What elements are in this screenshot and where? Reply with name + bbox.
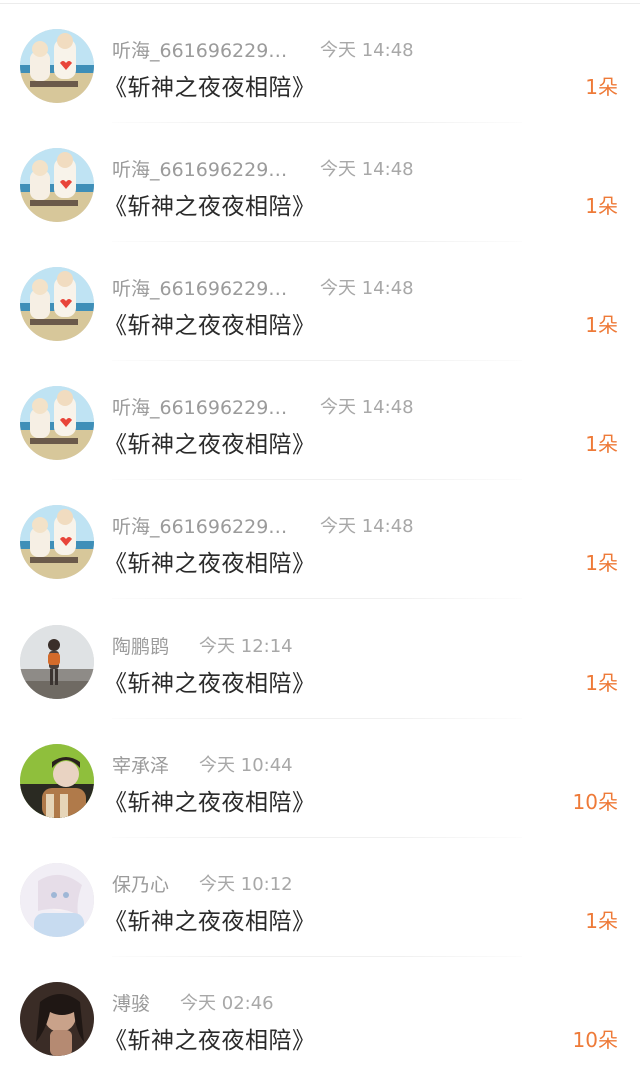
list-item[interactable]: 听海_661696229… 今天 14:48 《斩神之夜夜相陪》 1朵 bbox=[0, 123, 640, 242]
list-item[interactable]: 陶鹏鹍 今天 12:14 《斩神之夜夜相陪》 1朵 bbox=[0, 600, 640, 719]
gift-count: 1朵 bbox=[585, 194, 618, 218]
gift-title: 《斩神之夜夜相陪》 bbox=[104, 671, 316, 697]
gift-count: 1朵 bbox=[585, 75, 618, 99]
couple-avatar-icon[interactable] bbox=[20, 386, 94, 460]
gift-count: 1朵 bbox=[585, 909, 618, 933]
gift-title: 《斩神之夜夜相陪》 bbox=[104, 75, 316, 101]
username[interactable]: 听海_661696229… bbox=[112, 274, 290, 301]
username[interactable]: 溥骏 bbox=[112, 989, 150, 1016]
timestamp: 今天 02:46 bbox=[180, 993, 274, 1014]
couple-avatar-icon[interactable] bbox=[20, 505, 94, 579]
couple-avatar-icon[interactable] bbox=[20, 148, 94, 222]
list-item[interactable]: 听海_661696229… 今天 14:48 《斩神之夜夜相陪》 1朵 bbox=[0, 361, 640, 480]
gift-count: 10朵 bbox=[572, 790, 618, 814]
couple-avatar-icon[interactable] bbox=[20, 267, 94, 341]
username[interactable]: 陶鹏鹍 bbox=[112, 632, 169, 659]
timestamp: 今天 14:48 bbox=[320, 40, 414, 61]
green-person-avatar-icon[interactable] bbox=[20, 744, 94, 818]
gift-count: 1朵 bbox=[585, 671, 618, 695]
username[interactable]: 听海_661696229… bbox=[112, 393, 290, 420]
username[interactable]: 听海_661696229… bbox=[112, 155, 290, 182]
list-item[interactable]: 听海_661696229… 今天 14:48 《斩神之夜夜相陪》 1朵 bbox=[0, 4, 640, 123]
gift-count: 1朵 bbox=[585, 551, 618, 575]
gift-title: 《斩神之夜夜相陪》 bbox=[104, 313, 316, 339]
gift-title: 《斩神之夜夜相陪》 bbox=[104, 790, 316, 816]
timestamp: 今天 12:14 bbox=[199, 636, 293, 657]
gift-record-list: 听海_661696229… 今天 14:48 《斩神之夜夜相陪》 1朵 听海_6… bbox=[0, 0, 640, 1076]
gift-title: 《斩神之夜夜相陪》 bbox=[104, 551, 316, 577]
list-item[interactable]: 听海_661696229… 今天 14:48 《斩神之夜夜相陪》 1朵 bbox=[0, 480, 640, 599]
gift-count: 1朵 bbox=[585, 432, 618, 456]
list-item[interactable]: 保乃心 今天 10:12 《斩神之夜夜相陪》 1朵 bbox=[0, 838, 640, 957]
username[interactable]: 听海_661696229… bbox=[112, 512, 290, 539]
dark-portrait-avatar-icon[interactable] bbox=[20, 982, 94, 1056]
couple-avatar-icon[interactable] bbox=[20, 29, 94, 103]
username[interactable]: 宰承泽 bbox=[112, 751, 169, 778]
beach-person-avatar-icon[interactable] bbox=[20, 625, 94, 699]
list-item[interactable]: 听海_661696229… 今天 14:48 《斩神之夜夜相陪》 1朵 bbox=[0, 242, 640, 361]
timestamp: 今天 14:48 bbox=[320, 516, 414, 537]
gift-count: 1朵 bbox=[585, 313, 618, 337]
gift-count: 10朵 bbox=[572, 1028, 618, 1052]
timestamp: 今天 10:12 bbox=[199, 874, 293, 895]
username[interactable]: 听海_661696229… bbox=[112, 36, 290, 63]
row-divider bbox=[112, 598, 522, 599]
timestamp: 今天 14:48 bbox=[320, 159, 414, 180]
gift-title: 《斩神之夜夜相陪》 bbox=[104, 194, 316, 220]
pastel-avatar-icon[interactable] bbox=[20, 863, 94, 937]
gift-title: 《斩神之夜夜相陪》 bbox=[104, 1028, 316, 1054]
timestamp: 今天 10:44 bbox=[199, 755, 293, 776]
list-item[interactable]: 宰承泽 今天 10:44 《斩神之夜夜相陪》 10朵 bbox=[0, 719, 640, 838]
gift-title: 《斩神之夜夜相陪》 bbox=[104, 432, 316, 458]
timestamp: 今天 14:48 bbox=[320, 397, 414, 418]
timestamp: 今天 14:48 bbox=[320, 278, 414, 299]
list-item[interactable]: 溥骏 今天 02:46 《斩神之夜夜相陪》 10朵 bbox=[0, 957, 640, 1076]
username[interactable]: 保乃心 bbox=[112, 870, 169, 897]
gift-title: 《斩神之夜夜相陪》 bbox=[104, 909, 316, 935]
